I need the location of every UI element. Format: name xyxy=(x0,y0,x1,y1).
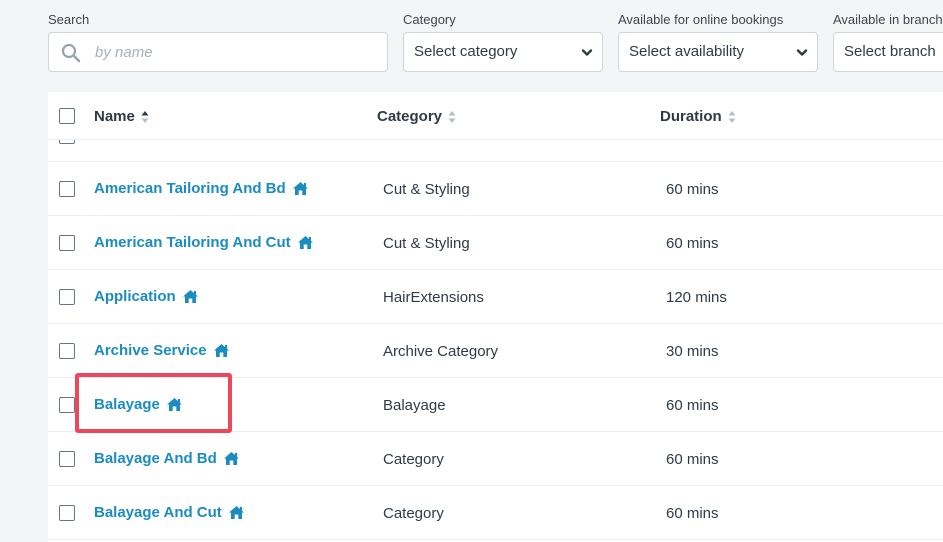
service-name-link[interactable]: Balayage xyxy=(94,396,160,413)
category-select-value: Select category xyxy=(414,43,518,60)
service-duration: 60 mins xyxy=(666,397,719,414)
service-duration: 30 mins xyxy=(666,343,719,360)
home-icon xyxy=(182,290,198,303)
service-name-link[interactable]: Archive Service xyxy=(94,342,207,359)
table-body: American Tailoring And Bd Cut & Styling 60… xyxy=(48,128,943,540)
table-row: Balayage And Bd Category 60 mins xyxy=(48,432,943,486)
service-name-cell: American Tailoring And Bd xyxy=(94,180,309,197)
service-duration: 60 mins xyxy=(666,451,719,468)
home-icon xyxy=(292,182,308,195)
search-icon xyxy=(61,43,81,63)
home-icon xyxy=(228,506,244,519)
service-category: Balayage xyxy=(383,397,446,414)
sort-icon xyxy=(141,110,149,123)
chevron-down-icon xyxy=(581,49,593,56)
sort-icon xyxy=(448,110,456,123)
online-bookings-label: Available for online bookings xyxy=(618,12,784,27)
row-checkbox[interactable] xyxy=(59,505,75,521)
column-header-duration[interactable]: Duration xyxy=(660,108,736,125)
table-row: Application HairExtensions 120 mins xyxy=(48,270,943,324)
service-name-link[interactable]: Balayage And Cut xyxy=(94,504,222,521)
row-checkbox[interactable] xyxy=(59,181,75,197)
service-name-cell: Balayage xyxy=(94,396,183,413)
category-filter-label: Category xyxy=(403,12,456,27)
table-row: American Tailoring And Cut Cut & Styling 6… xyxy=(48,216,943,270)
category-select[interactable]: Select category xyxy=(403,32,603,72)
service-name-link[interactable]: Application xyxy=(94,288,176,305)
sort-icon xyxy=(728,110,736,123)
service-category: Cut & Styling xyxy=(383,235,470,252)
branch-filter-label: Available in branch xyxy=(833,12,943,27)
service-duration: 60 mins xyxy=(666,181,719,198)
branch-select-value: Select branch xyxy=(844,43,936,60)
service-category: HairExtensions xyxy=(383,289,484,306)
row-checkbox[interactable] xyxy=(59,343,75,359)
service-name-cell: Balayage And Bd xyxy=(94,450,240,467)
home-icon xyxy=(166,398,182,411)
service-category: Category xyxy=(383,451,444,468)
availability-select-value: Select availability xyxy=(629,43,745,60)
table-row: Archive Service Archive Category 30 mins xyxy=(48,324,943,378)
service-name-cell: Archive Service xyxy=(94,342,230,359)
service-category: Category xyxy=(383,505,444,522)
service-category: Cut & Styling xyxy=(383,181,470,198)
branch-select[interactable]: Select branch xyxy=(833,32,943,72)
home-icon xyxy=(213,344,229,357)
service-name-cell: American Tailoring And Cut xyxy=(94,234,314,251)
table-header: Name Category Duration xyxy=(48,92,943,140)
service-name-link[interactable]: American Tailoring And Bd xyxy=(94,180,286,197)
select-all-checkbox[interactable] xyxy=(59,108,75,124)
search-field[interactable] xyxy=(48,32,388,72)
row-checkbox[interactable] xyxy=(59,289,75,305)
service-name-cell: Balayage And Cut xyxy=(94,504,245,521)
service-duration: 120 mins xyxy=(666,289,727,306)
home-icon xyxy=(297,236,313,249)
service-duration: 60 mins xyxy=(666,235,719,252)
service-category: Archive Category xyxy=(383,343,499,360)
search-label: Search xyxy=(48,12,90,27)
column-header-name[interactable]: Name xyxy=(94,108,149,125)
row-checkbox[interactable] xyxy=(59,235,75,251)
availability-select[interactable]: Select availability xyxy=(618,32,818,72)
row-checkbox[interactable] xyxy=(59,397,75,413)
service-name-cell: Application xyxy=(94,288,199,305)
services-table: American Tailoring And Bd Cut & Styling 60… xyxy=(48,92,943,542)
table-row: American Tailoring And Bd Cut & Styling 60… xyxy=(48,162,943,216)
table-row: Balayage Balayage 60 mins xyxy=(48,378,943,432)
column-header-category[interactable]: Category xyxy=(377,108,456,125)
table-row: Balayage And Cut Category 60 mins xyxy=(48,486,943,540)
home-icon xyxy=(223,452,239,465)
search-input[interactable] xyxy=(95,41,375,63)
service-name-link[interactable]: American Tailoring And Cut xyxy=(94,234,291,251)
row-checkbox[interactable] xyxy=(59,451,75,467)
service-duration: 60 mins xyxy=(666,505,719,522)
service-name-link[interactable]: Balayage And Bd xyxy=(94,450,217,467)
chevron-down-icon xyxy=(796,49,808,56)
